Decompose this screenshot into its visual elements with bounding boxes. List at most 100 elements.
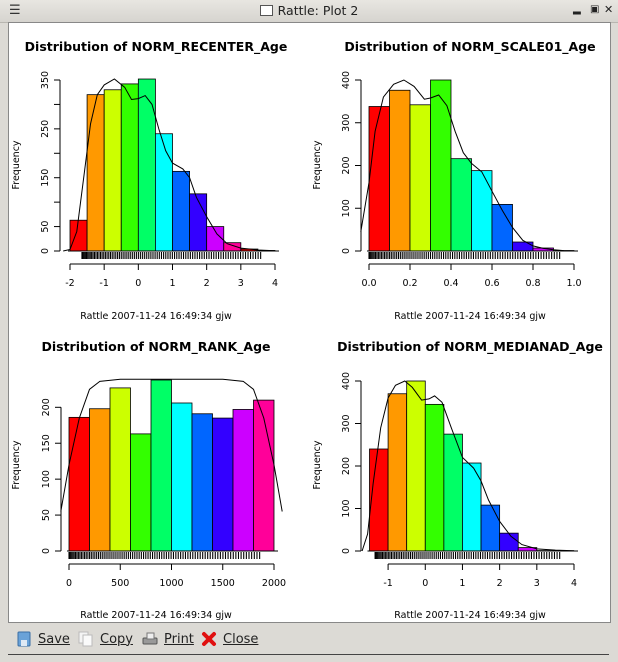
title-bar: ☰ Rattle: Plot 2 ▂ ▣ ✕ xyxy=(0,0,618,23)
window-title-text: Rattle: Plot 2 xyxy=(277,3,359,18)
histogram-bar xyxy=(150,379,172,552)
window-close-icon[interactable]: ✕ xyxy=(604,3,613,16)
close-button[interactable]: Close xyxy=(201,629,258,649)
copy-button[interactable]: Copy xyxy=(78,629,133,649)
rug-marks xyxy=(81,252,262,259)
histogram-bar xyxy=(512,241,534,252)
x-tick-label: 4 xyxy=(571,578,577,589)
x-tick-label: 0.6 xyxy=(484,278,499,289)
save-label: Save xyxy=(38,631,70,647)
y-axis-label: Frequency xyxy=(312,140,323,189)
x-tick-label: 3 xyxy=(534,578,540,589)
y-tick-label: 100 xyxy=(41,470,52,488)
x-tick-label: 0 xyxy=(135,278,141,289)
y-tick-label: 50 xyxy=(40,221,51,233)
y-tick-label: 100 xyxy=(341,199,352,217)
histogram-bar xyxy=(471,170,493,252)
y-tick-label: 400 xyxy=(341,372,352,390)
histogram-bar xyxy=(89,408,111,552)
y-tick-label: 200 xyxy=(341,457,352,475)
histogram-panel-1: Distribution of NORM_RECENTER_Age -2 -1 0 1 2… xyxy=(11,39,287,322)
y-tick-label: 0 xyxy=(341,248,352,254)
copy-label: Copy xyxy=(100,631,133,647)
x-tick-label: 0 xyxy=(66,578,72,589)
y-tick-label: 0 xyxy=(40,248,51,254)
close-label: Close xyxy=(223,631,259,647)
x-tick-label: 500 xyxy=(111,578,129,589)
maximize-icon[interactable]: ▣ xyxy=(590,4,599,15)
histogram-bar xyxy=(172,170,190,252)
histogram-bar xyxy=(69,219,88,252)
minimize-icon[interactable]: ▂ xyxy=(573,4,581,15)
x-tick-label: 0.8 xyxy=(525,278,540,289)
save-button[interactable]: Save xyxy=(16,629,70,649)
histogram-bar xyxy=(191,413,213,552)
print-icon xyxy=(142,631,158,647)
x-tick-label: -1 xyxy=(99,278,108,289)
histogram-bar xyxy=(450,158,472,252)
histogram-bar xyxy=(369,448,389,552)
chart-subtitle: Rattle 2007-11-24 16:49:34 gjw xyxy=(394,610,546,621)
x-tick-label: 1 xyxy=(169,278,175,289)
histogram-bar xyxy=(406,380,426,552)
y-tick-label: 300 xyxy=(341,414,352,432)
save-icon xyxy=(16,631,32,647)
x-tick-label: 1500 xyxy=(211,578,235,589)
histogram-bar xyxy=(491,204,513,252)
histogram-bar xyxy=(109,387,131,552)
toolbar: Save Copy Print Close xyxy=(8,622,609,655)
histogram-bar xyxy=(430,79,452,252)
histogram-bar xyxy=(68,416,90,552)
histogram-bar xyxy=(212,417,234,552)
y-tick-label: 350 xyxy=(40,71,51,89)
copy-icon xyxy=(78,631,94,647)
y-tick-label: 200 xyxy=(41,398,52,416)
histogram-bar xyxy=(120,83,139,252)
window-title: Rattle: Plot 2 xyxy=(0,3,618,18)
chart-title: Distribution of NORM_RECENTER_Age xyxy=(25,39,288,55)
x-tick-label: 4 xyxy=(272,278,278,289)
histogram-bar xyxy=(189,193,208,252)
chart-title: Distribution of NORM_SCALE01_Age xyxy=(344,39,595,55)
x-tick-label: -2 xyxy=(65,278,74,289)
plot-canvas: Distribution of NORM_RECENTER_Age -2 -1 0 1 2… xyxy=(8,22,611,623)
histogram-bar xyxy=(130,433,152,552)
x-tick-label: 2000 xyxy=(262,578,286,589)
close-icon xyxy=(201,631,217,647)
histogram-bar xyxy=(253,399,275,552)
histogram-bar xyxy=(137,78,156,252)
histogram-panel-4: Distribution of NORM_MEDIANAD_Age -1 0 1 2 3 4… xyxy=(312,339,603,621)
histogram-bar xyxy=(499,532,519,552)
y-tick-label: 400 xyxy=(341,71,352,89)
y-axis-label: Frequency xyxy=(11,140,22,189)
print-button[interactable]: Print xyxy=(142,629,194,649)
rug-marks xyxy=(374,552,561,559)
histogram-bar xyxy=(103,89,122,252)
chart-subtitle: Rattle 2007-11-24 16:49:34 gjw xyxy=(80,311,232,322)
x-tick-label: -1 xyxy=(383,578,392,589)
histogram-bar xyxy=(409,104,431,252)
window-icon xyxy=(259,5,273,16)
y-tick-label: 100 xyxy=(341,499,352,517)
histogram-bar xyxy=(424,403,445,552)
x-tick-label: 2 xyxy=(204,278,210,289)
x-tick-label: 3 xyxy=(238,278,244,289)
print-label: Print xyxy=(164,631,194,647)
histogram-panel-2: Distribution of NORM_SCALE01_Age 0.0 0.2 0.… xyxy=(312,39,596,322)
chart-subtitle: Rattle 2007-11-24 16:49:34 gjw xyxy=(394,311,546,322)
y-tick-label: 200 xyxy=(341,156,352,174)
y-tick-label: 300 xyxy=(341,114,352,132)
x-tick-label: 0.0 xyxy=(361,278,376,289)
histogram-bar xyxy=(443,433,463,552)
y-tick-label: 150 xyxy=(41,434,52,452)
x-tick-label: 1.0 xyxy=(566,278,581,289)
y-axis-label: Frequency xyxy=(312,440,323,489)
y-tick-label: 150 xyxy=(40,169,51,187)
x-tick-label: 0 xyxy=(422,578,428,589)
histogram-bar xyxy=(368,106,390,252)
x-tick-label: 1000 xyxy=(159,578,183,589)
y-tick-label: 0 xyxy=(341,548,352,554)
histogram-bar xyxy=(155,133,173,252)
histogram-panel-3: Distribution of NORM_RANK_Age0 500 1000 150… xyxy=(11,339,286,621)
x-tick-label: 1 xyxy=(459,578,465,589)
